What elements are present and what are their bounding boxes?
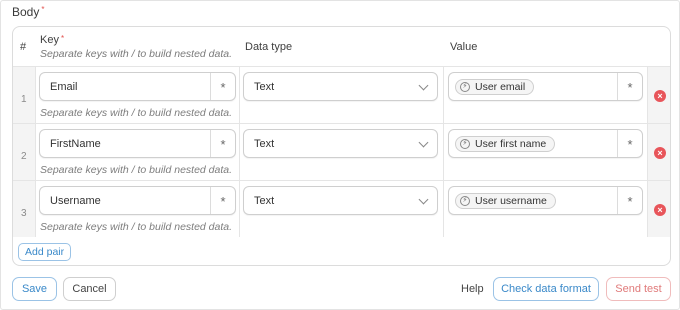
key-hint: Separate keys with / to build nested dat… <box>40 221 233 233</box>
data-type-cell: Text <box>240 124 444 180</box>
asterisk-icon[interactable]: * <box>210 73 235 100</box>
row-index: 1 <box>21 94 27 105</box>
data-type-cell: Text <box>240 67 444 123</box>
check-data-format-button[interactable]: Check data format <box>493 277 599 301</box>
dynamic-field-icon: ⚡ <box>460 82 470 92</box>
row-index-cell: 3 <box>13 181 36 237</box>
key-input-value: Email <box>50 81 78 93</box>
remove-circle-icon[interactable]: × <box>654 90 666 102</box>
add-pair-button[interactable]: Add pair <box>18 243 72 261</box>
value-input[interactable]: ⚡ User username * <box>448 186 643 215</box>
data-type-value: Text <box>254 138 275 150</box>
save-button[interactable]: Save <box>12 277 57 301</box>
data-type-select[interactable]: Text <box>243 186 438 215</box>
section-title-text: Body <box>12 5 40 19</box>
asterisk-icon[interactable]: * <box>617 187 642 214</box>
key-input[interactable]: FirstName * <box>39 129 236 158</box>
value-input[interactable]: ⚡ User email * <box>448 72 643 101</box>
value-chip[interactable]: ⚡ User username <box>455 193 556 209</box>
row-index: 3 <box>21 208 27 219</box>
section-title: Body * <box>12 5 44 19</box>
remove-circle-icon[interactable]: × <box>654 204 666 216</box>
data-type-value: Text <box>254 195 275 207</box>
key-input[interactable]: Email * <box>39 72 236 101</box>
value-cell: ⚡ User email * <box>444 67 648 123</box>
column-data-type: Data type <box>245 41 293 53</box>
key-input-value: Username <box>50 195 101 207</box>
delete-cell: × <box>648 67 670 123</box>
asterisk-icon[interactable]: * <box>210 130 235 157</box>
table-row: 3 Username * Separate keys with / to bui… <box>13 180 670 237</box>
column-key-label: Key <box>40 34 59 46</box>
chevron-down-icon <box>418 194 429 205</box>
row-index-cell: 1 <box>13 67 36 123</box>
data-type-cell: Text <box>240 181 444 237</box>
asterisk-icon[interactable]: * <box>210 187 235 214</box>
dynamic-field-icon: ⚡ <box>460 139 470 149</box>
chevron-down-icon <box>418 80 429 91</box>
delete-cell: × <box>648 181 670 237</box>
value-input[interactable]: ⚡ User first name * <box>448 129 643 158</box>
column-key-hint: Separate keys with / to build nested dat… <box>40 48 233 60</box>
cancel-button[interactable]: Cancel <box>63 277 116 301</box>
help-link[interactable]: Help <box>461 283 484 295</box>
chevron-down-icon <box>418 137 429 148</box>
data-type-select[interactable]: Text <box>243 72 438 101</box>
send-test-button[interactable]: Send test <box>606 277 671 301</box>
key-hint: Separate keys with / to build nested dat… <box>40 164 233 176</box>
data-type-value: Text <box>254 81 275 93</box>
asterisk-icon[interactable]: * <box>617 73 642 100</box>
value-chip[interactable]: ⚡ User email <box>455 79 535 95</box>
key-cell: Username * Separate keys with / to build… <box>36 181 240 237</box>
key-input[interactable]: Username * <box>39 186 236 215</box>
delete-cell: × <box>648 124 670 180</box>
key-input-value: FirstName <box>50 138 101 150</box>
key-cell: FirstName * Separate keys with / to buil… <box>36 124 240 180</box>
value-chip-label: User username <box>475 195 547 207</box>
remove-circle-icon[interactable]: × <box>654 147 666 159</box>
table-row: 1 Email * Separate keys with / to build … <box>13 66 670 123</box>
required-mark: * <box>41 5 45 14</box>
value-cell: ⚡ User first name * <box>444 124 648 180</box>
key-required-mark: * <box>60 34 65 43</box>
key-cell: Email * Separate keys with / to build ne… <box>36 67 240 123</box>
body-panel: Body * # Key * Separate keys with / to bui… <box>0 0 680 310</box>
table-row: 2 FirstName * Separate keys with / to bu… <box>13 123 670 180</box>
column-number: # <box>20 41 27 53</box>
column-value: Value <box>450 41 478 53</box>
value-chip[interactable]: ⚡ User first name <box>455 136 556 152</box>
column-key: Key * Separate keys with / to build neste… <box>40 34 232 60</box>
value-chip-label: User email <box>475 81 526 93</box>
key-hint: Separate keys with / to build nested dat… <box>40 107 233 119</box>
data-type-select[interactable]: Text <box>243 129 438 158</box>
row-index-cell: 2 <box>13 124 36 180</box>
asterisk-icon[interactable]: * <box>617 130 642 157</box>
row-index: 2 <box>21 151 27 162</box>
key-value-table: # Key * Separate keys with / to build nes… <box>12 26 671 266</box>
table-header: # Key * Separate keys with / to build nes… <box>13 27 670 66</box>
value-cell: ⚡ User username * <box>444 181 648 237</box>
dynamic-field-icon: ⚡ <box>460 196 470 206</box>
value-chip-label: User first name <box>475 138 547 150</box>
